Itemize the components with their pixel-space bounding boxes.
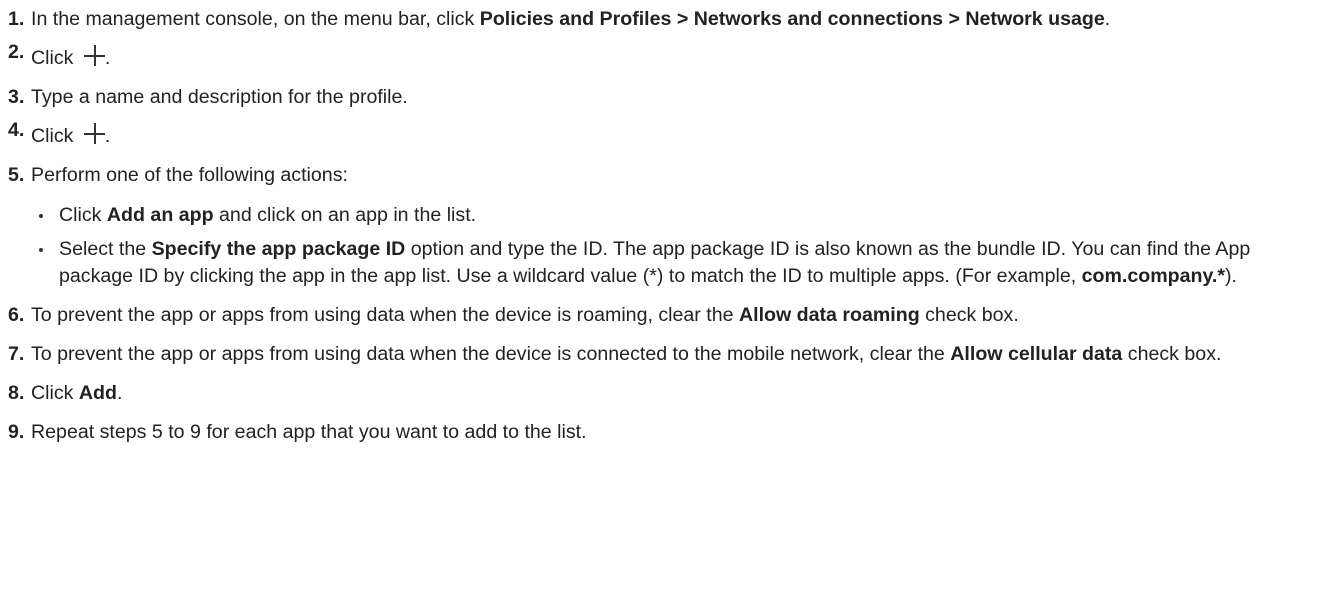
bold-ui-term: Specify the app package ID [151, 238, 406, 260]
step-body: In the management console, on the menu b… [31, 6, 1317, 33]
step-text: check box. [1122, 343, 1222, 365]
step-4: 4. Click . [8, 119, 1317, 150]
step-number: 8. [8, 382, 25, 404]
step-text: Click [59, 204, 107, 226]
step-body: To prevent the app or apps from using da… [31, 341, 1317, 368]
step-text: and click on an app in the list. [213, 204, 477, 226]
step-6: 6. To prevent the app or apps from using … [8, 302, 1317, 329]
step-body: Click Add. [31, 380, 1317, 407]
step-number: 5. [8, 164, 25, 186]
bold-ui-term: Add [78, 382, 117, 404]
step-1: 1. In the management console, on the menu… [8, 6, 1317, 33]
step-body: Perform one of the following actions: Cli… [31, 162, 1317, 290]
step-7: 7. To prevent the app or apps from using … [8, 341, 1317, 368]
bullet-icon [39, 214, 43, 218]
step-body: Type a name and description for the prof… [31, 84, 1317, 111]
step-body: To prevent the app or apps from using da… [31, 302, 1317, 329]
bold-ui-term: Add an app [106, 204, 214, 226]
bold-ui-term: com.company.* [1081, 265, 1226, 287]
step-5: 5. Perform one of the following actions: C… [8, 162, 1317, 290]
step-text: Repeat steps 5 to 9 for each app that yo… [31, 421, 587, 443]
step-3: 3. Type a name and description for the pr… [8, 84, 1317, 111]
step-text: Click [31, 47, 79, 69]
step-text: Select the [59, 238, 152, 260]
step-text: . [1104, 8, 1111, 30]
step-number: 4. [8, 119, 25, 141]
step-number: 3. [8, 86, 25, 108]
bold-ui-term: Policies and Profiles > Networks and con… [479, 8, 1105, 30]
step-text: Type a name and description for the prof… [31, 86, 408, 108]
step-text: Perform one of the following actions: [31, 164, 348, 186]
step-text: . [104, 125, 111, 147]
step-number: 2. [8, 41, 25, 63]
step-body: Repeat steps 5 to 9 for each app that yo… [31, 419, 1317, 446]
step-9: 9. Repeat steps 5 to 9 for each app that … [8, 419, 1317, 446]
step-text: ). [1225, 265, 1237, 287]
action-option: Click Add an app and click on an app in … [31, 202, 1317, 229]
step-text: To prevent the app or apps from using da… [31, 343, 951, 365]
step-text: Click [31, 382, 79, 404]
procedure-steps: 1. In the management console, on the menu… [8, 6, 1317, 446]
action-options-list: Click Add an app and click on an app in … [31, 202, 1317, 290]
step-2: 2. Click . [8, 41, 1317, 72]
action-option: Select the Specify the app package ID op… [31, 236, 1317, 290]
step-8: 8. Click Add. [8, 380, 1317, 407]
bold-ui-term: Allow cellular data [950, 343, 1123, 365]
bullet-icon [39, 248, 43, 252]
step-text: In the management console, on the menu b… [31, 8, 480, 30]
plus-icon [83, 123, 105, 144]
step-body: Click . [31, 123, 1317, 150]
step-number: 1. [8, 8, 25, 30]
bold-ui-term: Allow data roaming [738, 304, 920, 326]
plus-icon [83, 45, 105, 66]
step-number: 6. [8, 304, 25, 326]
step-text: To prevent the app or apps from using da… [31, 304, 739, 326]
step-number: 7. [8, 343, 25, 365]
document-body: 1. In the management console, on the menu… [0, 0, 1327, 446]
step-body: Click . [31, 45, 1317, 72]
step-number: 9. [8, 421, 25, 443]
step-text: . [117, 382, 123, 404]
step-text: check box. [919, 304, 1019, 326]
step-text: . [104, 47, 111, 69]
step-text: Click [31, 125, 79, 147]
